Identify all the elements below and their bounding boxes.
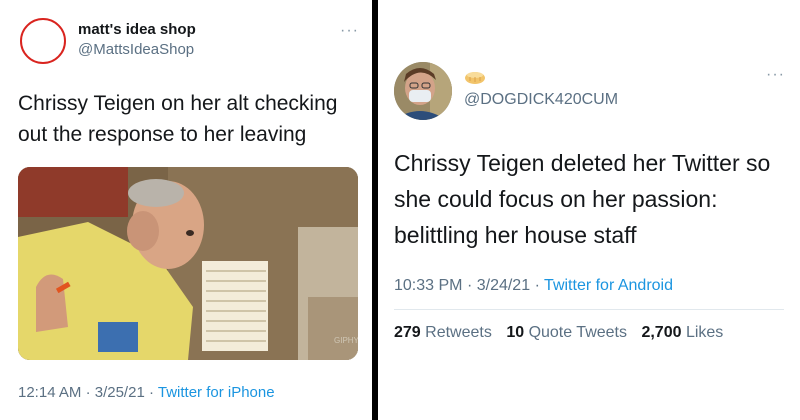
separator-dot: · [466,277,473,294]
likes-label: Likes [685,324,724,341]
gif-frame-image: GIPHY [18,167,358,360]
tweet-time[interactable]: 10:33 PM [394,277,462,294]
tweet-time[interactable]: 12:14 AM [18,384,81,401]
likes-stat[interactable]: 2,700 Likes [641,324,723,341]
ellipsis-icon[interactable]: ··· [766,66,785,84]
tweet-card-right: @DOGDICK420CUM ··· Chrissy Teigen delete… [378,0,800,420]
avatar[interactable] [394,62,452,120]
retweets-stat[interactable]: 279 Retweets [394,324,492,341]
divider [394,309,784,310]
bread-emoji-icon [464,69,486,85]
ellipsis-icon[interactable]: ··· [340,22,359,40]
quote-tweets-label: Quote Tweets [528,324,627,341]
user-handle[interactable]: @MattsIdeaShop [78,41,194,58]
tweet-text: Chrissy Teigen on her alt checking out t… [18,92,338,146]
retweets-label: Retweets [425,324,492,341]
separator-dot: · [148,384,154,401]
quote-tweets-stat[interactable]: 10 Quote Tweets [506,324,627,341]
giphy-watermark: GIPHY [334,336,358,345]
tweet-metadata: 10:33 PM · 3/24/21 · Twitter for Android [394,277,673,295]
tweet-card-left: matt's idea shop @MattsIdeaShop ··· Chri… [0,0,372,420]
tweet-source-link[interactable]: Twitter for iPhone [158,384,275,401]
separator-dot: · [534,277,540,294]
tweet-date[interactable]: 3/24/21 [477,277,530,294]
tweet-source-link[interactable]: Twitter for Android [544,277,673,294]
tweet-media-gif[interactable]: GIPHY [18,167,358,360]
tweet-metadata: 12:14 AM · 3/25/21 · Twitter for iPhone [18,384,275,401]
tweet-text: Chrissy Teigen deleted her Twitter so sh… [394,150,771,248]
engagement-stats: 279 Retweets 10 Quote Tweets 2,700 Likes [394,324,733,342]
separator-dot: · [85,384,91,401]
user-handle[interactable]: @DOGDICK420CUM [464,91,618,109]
likes-count: 2,700 [641,324,682,341]
quote-tweets-count: 10 [506,324,525,341]
retweets-count: 279 [394,324,421,341]
tweet-date[interactable]: 3/25/21 [95,384,145,401]
display-name[interactable]: matt's idea shop [78,21,196,38]
screenshot-collage: matt's idea shop @MattsIdeaShop ··· Chri… [0,0,800,420]
avatar[interactable] [20,18,66,64]
avatar-photo-image [394,62,452,120]
